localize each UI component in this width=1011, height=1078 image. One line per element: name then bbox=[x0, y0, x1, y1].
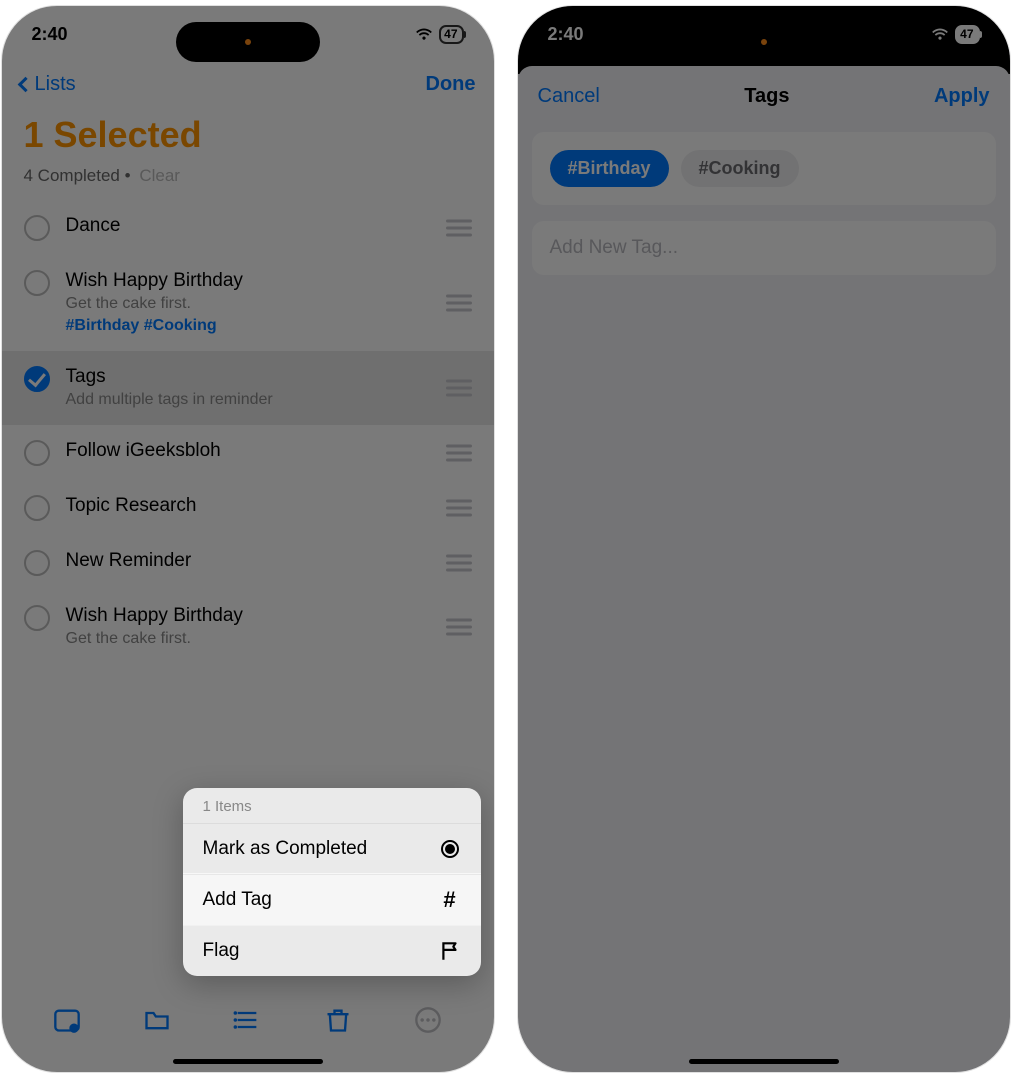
trash-icon[interactable] bbox=[324, 1006, 352, 1034]
reminder-note: Get the cake first. bbox=[66, 293, 472, 315]
completed-row: 4 Completed • Clear bbox=[2, 162, 494, 200]
drag-handle-icon[interactable] bbox=[446, 495, 472, 520]
menu-label: Flag bbox=[203, 940, 240, 962]
new-tag-placeholder: Add New Tag... bbox=[550, 237, 679, 258]
reminder-row[interactable]: Wish Happy Birthday Get the cake first. … bbox=[2, 255, 494, 351]
reminder-title: New Reminder bbox=[66, 549, 472, 573]
folder-icon[interactable] bbox=[143, 1006, 171, 1034]
calendar-icon[interactable] bbox=[53, 1006, 81, 1034]
drag-handle-icon[interactable] bbox=[446, 615, 472, 640]
radio-icon[interactable] bbox=[24, 440, 50, 466]
reminder-row[interactable]: Topic Research bbox=[2, 480, 494, 535]
context-menu: 1 Items Mark as Completed Add Tag # Flag bbox=[183, 788, 481, 976]
dynamic-island bbox=[176, 22, 320, 62]
home-indicator[interactable] bbox=[689, 1059, 839, 1064]
wifi-icon bbox=[931, 24, 949, 45]
completed-count: 4 Completed bbox=[24, 166, 120, 185]
tag-selection: #Birthday #Cooking bbox=[532, 132, 996, 205]
hash-icon: # bbox=[439, 889, 461, 911]
battery-icon: 47 bbox=[955, 25, 979, 44]
menu-mark-completed[interactable]: Mark as Completed bbox=[183, 823, 481, 874]
menu-flag[interactable]: Flag bbox=[183, 925, 481, 976]
reminder-title: Dance bbox=[66, 214, 472, 238]
reminder-title: Wish Happy Birthday bbox=[66, 604, 472, 628]
done-button[interactable]: Done bbox=[426, 73, 476, 96]
drag-handle-icon[interactable] bbox=[446, 440, 472, 465]
tags-sheet: Cancel Tags Apply #Birthday #Cooking Add… bbox=[518, 66, 1010, 1072]
drag-handle-icon[interactable] bbox=[446, 291, 472, 316]
completed-circle-icon bbox=[439, 838, 461, 860]
dynamic-island bbox=[692, 22, 836, 62]
tag-chip-cooking[interactable]: #Cooking bbox=[681, 150, 799, 187]
page-title: 1 Selected bbox=[2, 106, 494, 162]
reminder-row[interactable]: Wish Happy Birthday Get the cake first. bbox=[2, 590, 494, 664]
menu-header: 1 Items bbox=[183, 788, 481, 823]
chevron-left-icon bbox=[17, 76, 33, 92]
reminder-title: Follow iGeeksbloh bbox=[66, 439, 472, 463]
reminder-title: Topic Research bbox=[66, 494, 472, 518]
reminder-row[interactable]: Dance bbox=[2, 200, 494, 255]
status-time: 2:40 bbox=[548, 24, 584, 45]
tag-chip-birthday[interactable]: #Birthday bbox=[550, 150, 669, 187]
radio-icon[interactable] bbox=[24, 270, 50, 296]
sheet-title: Tags bbox=[744, 85, 789, 108]
radio-icon[interactable] bbox=[24, 495, 50, 521]
toolbar bbox=[2, 994, 494, 1046]
reminder-row[interactable]: New Reminder bbox=[2, 535, 494, 590]
radio-icon[interactable] bbox=[24, 215, 50, 241]
home-indicator[interactable] bbox=[173, 1059, 323, 1064]
clear-button[interactable]: Clear bbox=[139, 166, 180, 185]
flag-icon bbox=[439, 940, 461, 962]
drag-handle-icon[interactable] bbox=[446, 376, 472, 401]
reminder-note: Get the cake first. bbox=[66, 628, 472, 650]
cancel-button[interactable]: Cancel bbox=[538, 85, 600, 108]
sheet-nav: Cancel Tags Apply bbox=[518, 66, 1010, 126]
more-icon[interactable] bbox=[414, 1006, 442, 1034]
battery-icon: 47 bbox=[439, 25, 463, 44]
radio-icon[interactable] bbox=[24, 550, 50, 576]
radio-icon[interactable] bbox=[24, 605, 50, 631]
list-icon[interactable] bbox=[233, 1006, 261, 1034]
reminder-title: Wish Happy Birthday bbox=[66, 269, 472, 293]
back-label: Lists bbox=[35, 73, 76, 96]
apply-button[interactable]: Apply bbox=[934, 85, 990, 108]
status-time: 2:40 bbox=[32, 24, 68, 45]
nav-bar: Lists Done bbox=[2, 62, 494, 106]
drag-handle-icon[interactable] bbox=[446, 550, 472, 575]
drag-handle-icon[interactable] bbox=[446, 215, 472, 240]
reminder-note: Add multiple tags in reminder bbox=[66, 389, 472, 411]
reminder-row-selected[interactable]: Tags Add multiple tags in reminder bbox=[2, 351, 494, 425]
back-button[interactable]: Lists bbox=[12, 73, 76, 96]
wifi-icon bbox=[415, 24, 433, 45]
reminder-list: Dance Wish Happy Birthday Get the cake f… bbox=[2, 200, 494, 664]
add-new-tag-input[interactable]: Add New Tag... bbox=[532, 221, 996, 275]
menu-label: Mark as Completed bbox=[203, 838, 368, 860]
reminder-row[interactable]: Follow iGeeksbloh bbox=[2, 425, 494, 480]
reminder-title: Tags bbox=[66, 365, 472, 389]
radio-checked-icon[interactable] bbox=[24, 366, 50, 392]
menu-label: Add Tag bbox=[203, 889, 272, 911]
menu-add-tag[interactable]: Add Tag # bbox=[183, 874, 481, 925]
reminder-tags: #Birthday #Cooking bbox=[66, 315, 472, 337]
